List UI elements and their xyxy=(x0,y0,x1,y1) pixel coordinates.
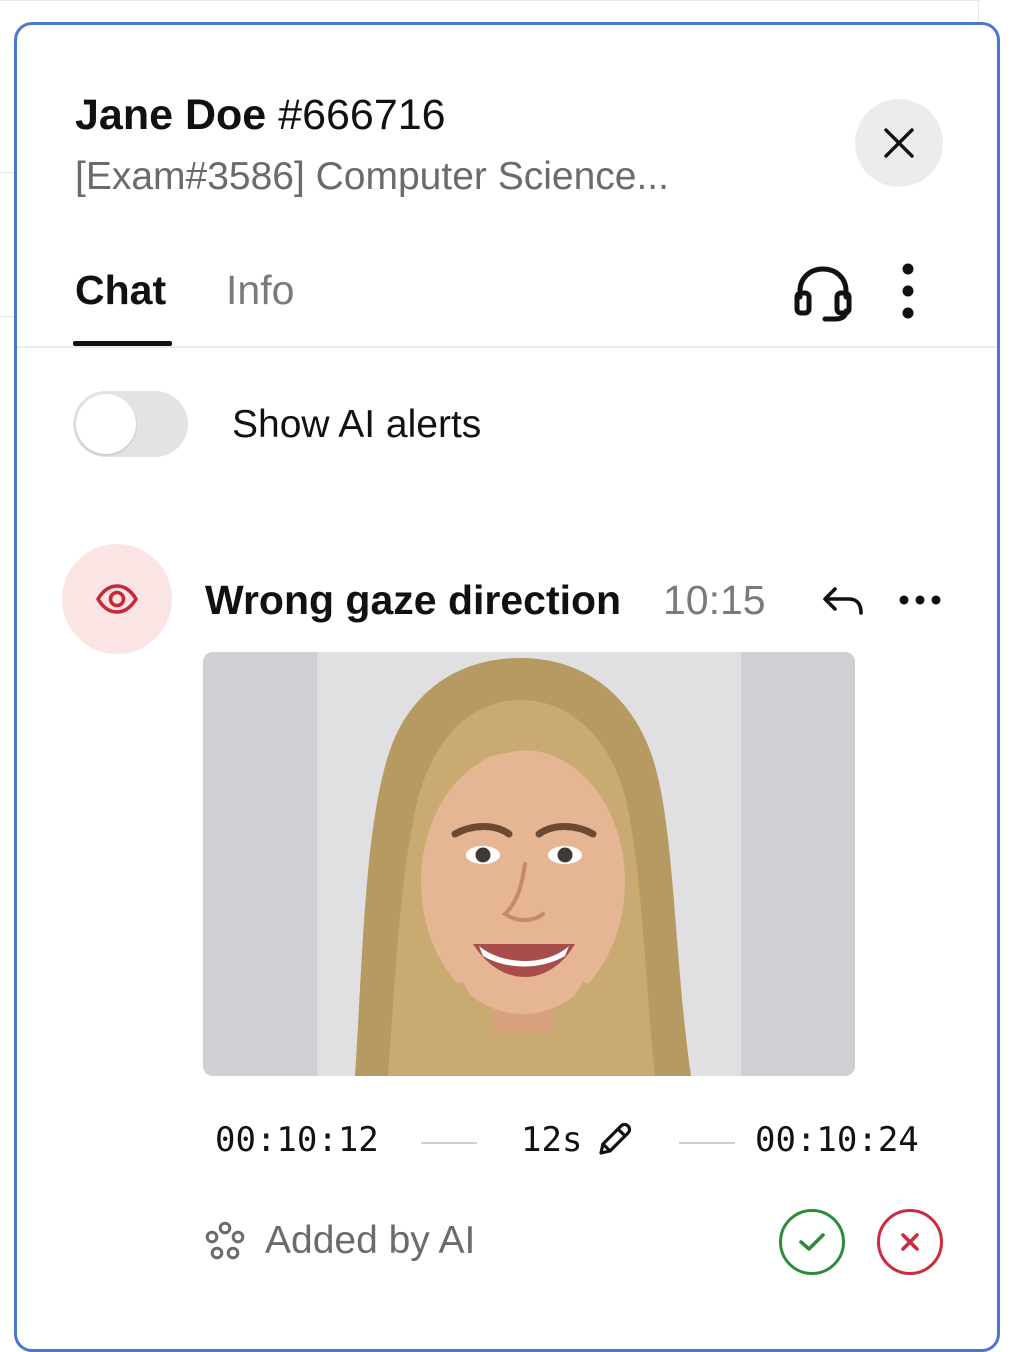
edit-duration-button[interactable] xyxy=(595,1121,633,1159)
candidate-chat-panel: Jane Doe #666716 [Exam#3586] Computer Sc… xyxy=(14,22,1000,1352)
clip-duration: 12s xyxy=(521,1120,583,1160)
background-divider xyxy=(978,0,979,24)
background-divider xyxy=(0,0,980,1)
timeline-connector xyxy=(679,1142,735,1144)
alert-snapshot[interactable] xyxy=(203,652,855,1076)
ai-dots-icon xyxy=(205,1221,245,1261)
timeline-connector xyxy=(421,1142,477,1144)
ai-alerts-toggle-label: Show AI alerts xyxy=(232,403,482,446)
pencil-icon xyxy=(599,1122,632,1155)
clip-end-time: 00:10:24 xyxy=(755,1120,919,1160)
more-options-button[interactable] xyxy=(893,261,923,321)
close-button[interactable] xyxy=(855,99,943,187)
tab-info[interactable]: Info xyxy=(226,265,294,315)
accept-alert-button[interactable] xyxy=(779,1209,845,1275)
candidate-id: #666716 xyxy=(278,91,446,139)
candidate-heading: Jane Doe #666716 xyxy=(75,89,446,141)
check-icon xyxy=(799,1233,825,1251)
alert-time: 10:15 xyxy=(663,577,766,623)
eye-icon xyxy=(96,584,138,614)
headset-icon xyxy=(794,266,852,322)
alert-type-badge xyxy=(62,544,172,654)
alert-options-button[interactable] xyxy=(897,585,943,615)
tab-chat[interactable]: Chat xyxy=(75,265,166,315)
close-icon xyxy=(884,128,914,158)
tabs-divider xyxy=(17,346,997,348)
candidate-photo xyxy=(203,652,855,1076)
reject-alert-button[interactable] xyxy=(877,1209,943,1275)
more-horizontal-icon xyxy=(899,595,941,605)
clip-start-time: 00:10:12 xyxy=(215,1120,379,1160)
alert-title: Wrong gaze direction xyxy=(205,577,622,623)
reply-button[interactable] xyxy=(821,583,867,619)
x-icon xyxy=(901,1233,919,1251)
background-divider xyxy=(0,172,14,173)
added-by-ai-label: Added by AI xyxy=(265,1219,476,1262)
toggle-knob xyxy=(76,394,136,454)
more-vertical-icon xyxy=(902,263,914,319)
support-button[interactable] xyxy=(791,261,855,325)
reply-icon xyxy=(823,587,863,615)
ai-alerts-toggle[interactable] xyxy=(73,391,188,457)
exam-subtitle: [Exam#3586] Computer Science... xyxy=(75,155,669,198)
candidate-name: Jane Doe xyxy=(75,91,267,139)
background-divider xyxy=(0,316,14,317)
